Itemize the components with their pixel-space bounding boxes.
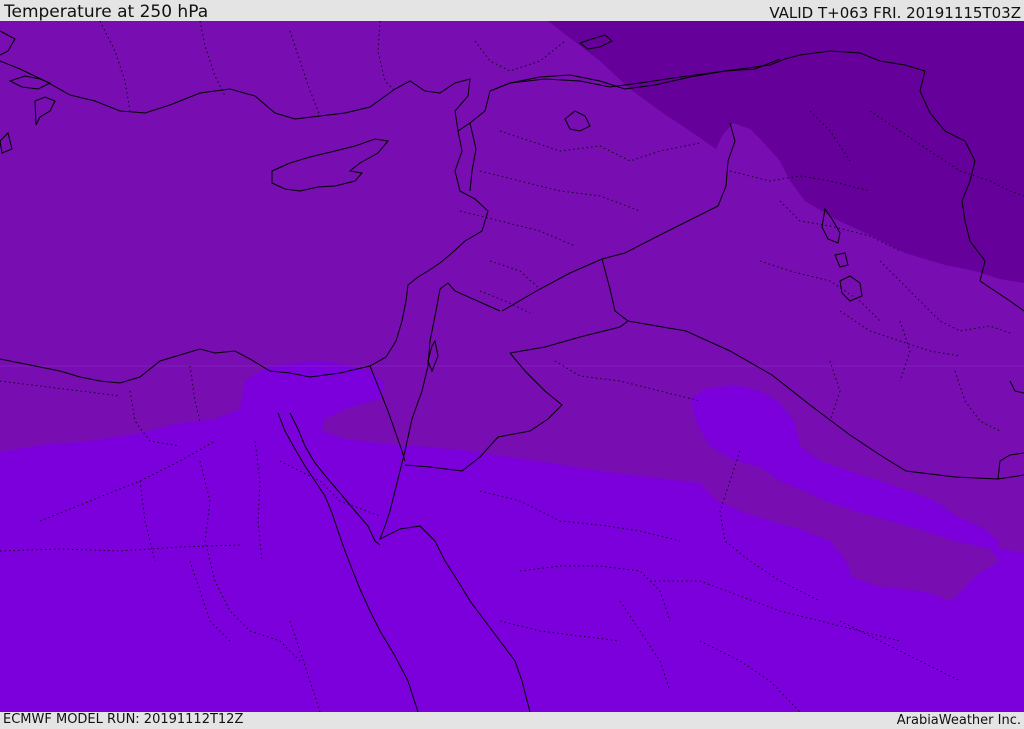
credit-label: ArabiaWeather Inc. (896, 713, 1021, 728)
footer-bar: ECMWF MODEL RUN: 20191112T12Z ArabiaWeat… (0, 712, 1024, 729)
temperature-map[interactable] (0, 21, 1024, 712)
valid-time-label: VALID T+063 FRI. 20191115T03Z (769, 4, 1021, 22)
model-run-label: ECMWF MODEL RUN: 20191112T12Z (3, 712, 244, 727)
header-bar: Temperature at 250 hPa VALID T+063 FRI. … (0, 0, 1024, 22)
map-title: Temperature at 250 hPa (4, 2, 209, 22)
map-canvas (0, 21, 1024, 712)
